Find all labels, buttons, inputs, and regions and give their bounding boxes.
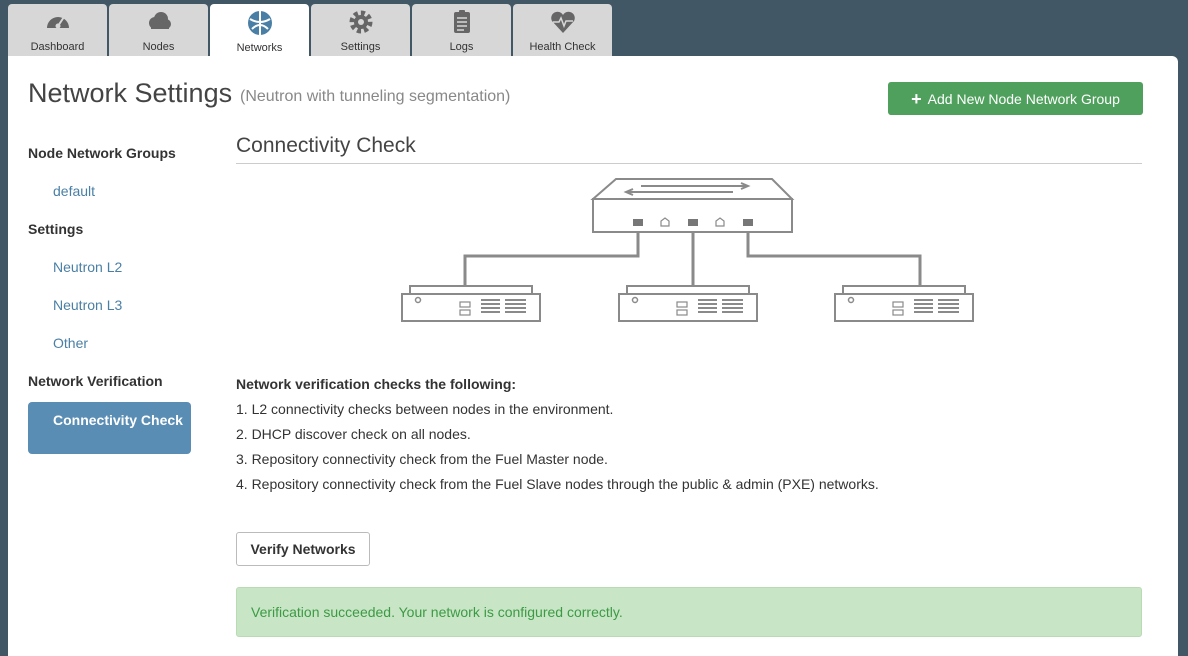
sidebar-heading-settings: Settings [28,221,84,237]
sidebar-item-other[interactable]: Other [28,334,193,372]
verification-success-alert: Verification succeeded. Your network is … [236,587,1142,637]
server-icon-center [618,285,758,322]
check-item: 2. DHCP discover check on all nodes. [236,426,471,442]
gear-icon [346,7,376,37]
tab-label: Networks [236,42,283,54]
heart-pulse-icon [548,7,578,37]
cloud-icon [144,7,174,37]
tab-label: Health Check [529,41,596,53]
tab-nodes[interactable]: Nodes [109,4,208,56]
sidebar-item-connectivity-check[interactable]: Connectivity Check [28,402,191,454]
sidebar-heading-groups: Node Network Groups [28,145,176,161]
tab-settings[interactable]: Settings [311,4,410,56]
content-area: Connectivity Check Network verification … [236,134,1142,637]
page-title: Network Settings [28,78,233,108]
verify-networks-button[interactable]: Verify Networks [236,532,370,566]
sidebar-item-default[interactable]: default [28,182,193,220]
top-tab-bar: Dashboard Nodes Networks Settings Logs H… [8,4,612,57]
dashboard-icon [43,7,73,37]
check-item: 3. Repository connectivity check from th… [236,451,608,467]
logs-icon [447,7,477,37]
sidebar-item-neutron-l2[interactable]: Neutron L2 [28,258,193,296]
plus-icon: + [911,88,922,109]
page-subtitle: (Neutron with tunneling segmentation) [240,88,511,105]
add-node-network-group-button[interactable]: + Add New Node Network Group [888,82,1143,115]
server-icon-left [401,285,541,322]
checks-title: Network verification checks the followin… [236,376,517,392]
tab-label: Logs [449,41,474,53]
check-item: 4. Repository connectivity check from th… [236,476,879,492]
network-icon [245,8,275,38]
switch-icon [590,178,795,233]
server-icon-right [834,285,974,322]
sidebar: Node Network Groups default Settings Neu… [28,144,193,454]
add-button-label: Add New Node Network Group [927,90,1120,107]
section-title: Connectivity Check [236,134,1142,164]
network-topology-diagram [401,178,974,322]
tab-logs[interactable]: Logs [412,4,511,56]
sidebar-item-neutron-l3[interactable]: Neutron L3 [28,296,193,334]
check-item: 1. L2 connectivity checks between nodes … [236,401,614,417]
main-panel: Network Settings (Neutron with tunneling… [8,56,1178,656]
tab-networks[interactable]: Networks [210,4,309,57]
tab-label: Nodes [142,41,175,53]
tab-label: Dashboard [30,41,85,53]
tab-health-check[interactable]: Health Check [513,4,612,56]
tab-dashboard[interactable]: Dashboard [8,4,107,56]
tab-label: Settings [340,41,381,53]
